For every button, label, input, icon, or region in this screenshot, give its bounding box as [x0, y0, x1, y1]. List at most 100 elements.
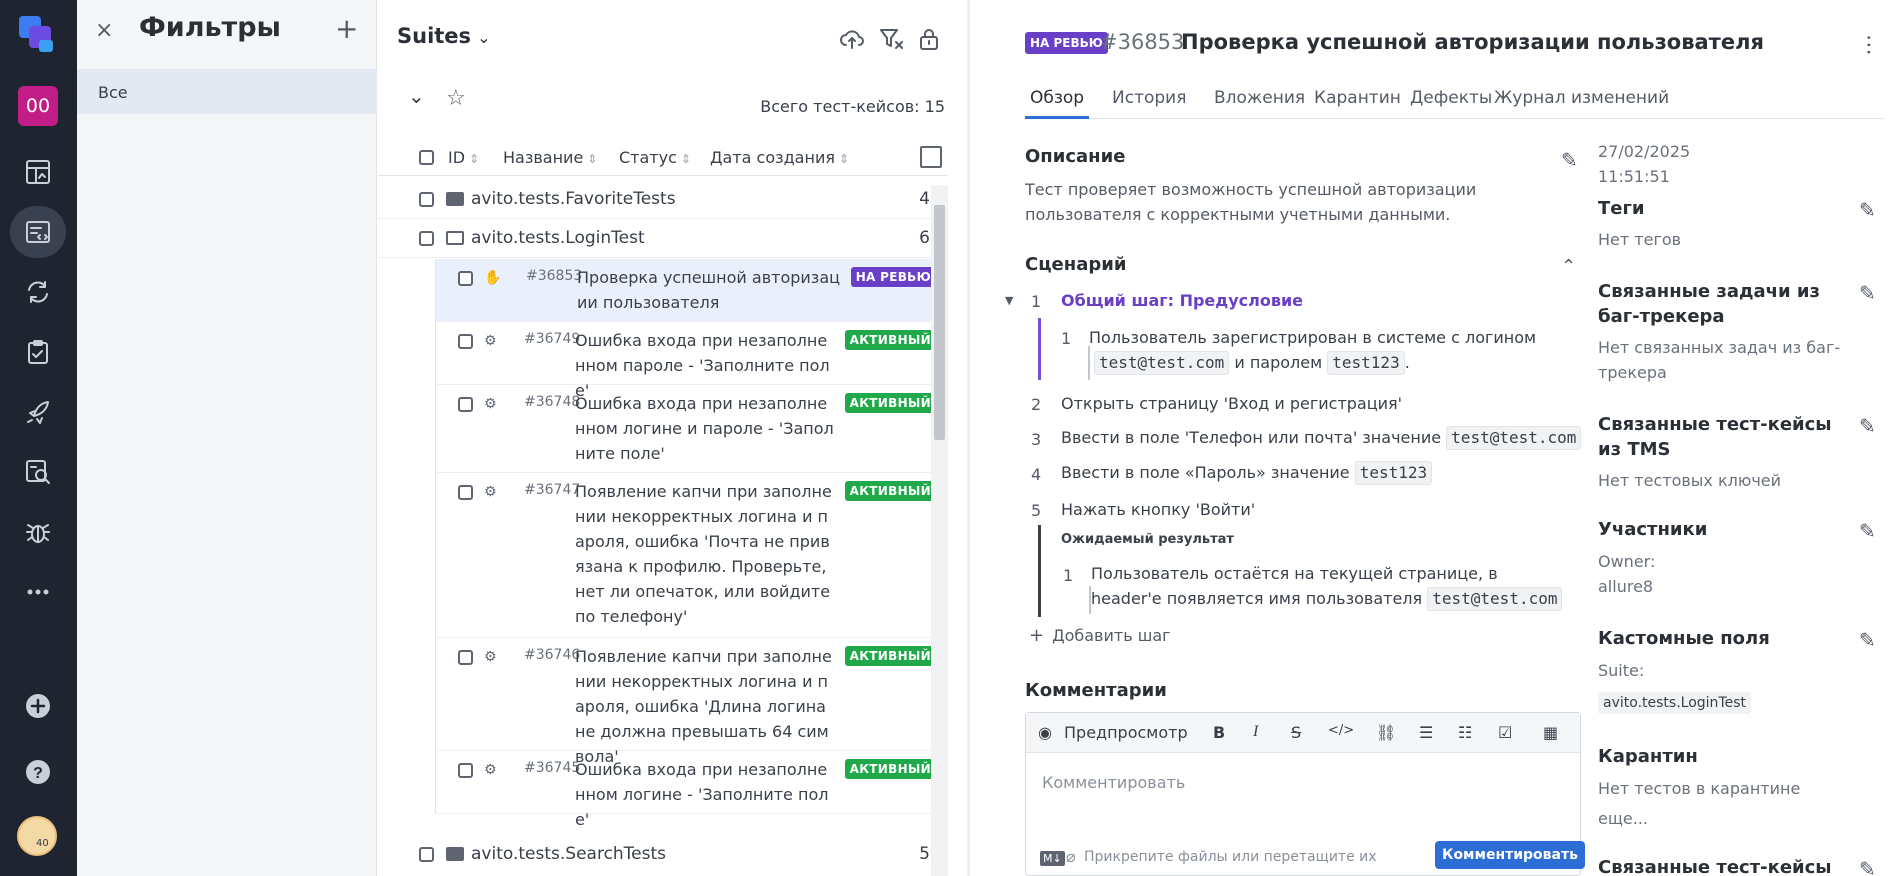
folder-name: avito.tests.LoginTest	[471, 228, 645, 248]
testcases-icon[interactable]	[10, 206, 66, 258]
edit-tms-icon[interactable]: ✎	[1859, 414, 1876, 438]
column-status[interactable]: Статус ⇕	[619, 148, 691, 167]
testplans-icon[interactable]	[10, 326, 66, 378]
test-case-row[interactable]: ⚙ #36748 Ошибка входа при незаполненном …	[435, 385, 948, 473]
select-all-checkbox[interactable]	[419, 150, 434, 165]
issues-title: Связанные задачи из баг-трекера	[1598, 281, 1820, 327]
table-icon[interactable]: ▦	[1543, 723, 1558, 742]
automated-icon: ⚙	[484, 396, 497, 412]
test-case-row[interactable]: ⚙ #36747 Появление капчи при заполнении …	[435, 473, 948, 638]
paperclip-icon[interactable]: ⌀	[1066, 847, 1076, 866]
add-step-button[interactable]: + Добавить шаг	[1029, 625, 1171, 646]
show-more-link[interactable]: еще...	[1598, 806, 1648, 831]
upload-icon[interactable]	[839, 26, 867, 54]
case-checkbox[interactable]	[458, 485, 473, 500]
test-case-row[interactable]: ⚙ #36746 Появление капчи при заполнении …	[435, 638, 948, 766]
folder-checkbox[interactable]	[419, 231, 434, 246]
clear-filter-icon[interactable]	[878, 26, 906, 54]
defects-icon[interactable]	[10, 506, 66, 558]
scenario-title: Сценарий	[1025, 254, 1127, 275]
strikethrough-icon[interactable]: S	[1291, 723, 1301, 742]
case-checkbox[interactable]	[458, 650, 473, 665]
created-time: 11:51:51	[1598, 167, 1670, 186]
jobs-icon[interactable]	[10, 386, 66, 438]
link-icon[interactable]: ⛓	[1376, 723, 1396, 742]
test-case-row[interactable]: ⚙ #36745 Ошибка входа при незаполненном …	[435, 751, 948, 829]
tab-changelog[interactable]: Журнал изменений	[1489, 88, 1674, 116]
edit-custom-fields-icon[interactable]: ✎	[1859, 628, 1876, 652]
tab-history[interactable]: История	[1107, 88, 1191, 116]
case-checkbox[interactable]	[458, 763, 473, 778]
tab-quarantine[interactable]: Карантин	[1309, 88, 1406, 116]
tree-scrollbar[interactable]	[931, 185, 948, 876]
case-id: #36747	[524, 482, 581, 498]
folder-checkbox[interactable]	[419, 847, 434, 862]
description-text: Тест проверяет возможность успешной авто…	[1025, 180, 1477, 224]
collapse-all-icon[interactable]: ⌄	[408, 84, 425, 108]
close-filters-button[interactable]: ×	[95, 18, 113, 43]
tab-attachments[interactable]: Вложения	[1209, 88, 1310, 116]
expand-step-icon[interactable]: ▼	[1005, 294, 1013, 307]
filter-item-all[interactable]: Все	[77, 69, 377, 114]
add-icon[interactable]	[10, 680, 66, 732]
checklist-icon[interactable]: ☑	[1498, 723, 1512, 742]
column-created[interactable]: Дата создания ⇕	[710, 148, 849, 167]
step-text: Ввести в поле «Пароль» значение test123	[1061, 460, 1433, 485]
case-checkbox[interactable]	[458, 271, 473, 286]
edit-issues-icon[interactable]: ✎	[1859, 281, 1876, 305]
tab-defects[interactable]: Дефекты	[1405, 88, 1497, 116]
bold-icon[interactable]: B	[1213, 723, 1225, 742]
shared-step-link[interactable]: Общий шаг: Предусловие	[1061, 288, 1303, 313]
case-checkbox[interactable]	[458, 334, 473, 349]
numbered-list-icon[interactable]: ☷	[1458, 723, 1472, 742]
quarantine-value: Нет тестов в карантине	[1598, 779, 1801, 798]
dashboard-icon[interactable]	[10, 146, 66, 198]
status-badge: АКТИВНЫЙ	[844, 393, 936, 413]
test-case-row[interactable]: ⚙ #36749 Ошибка входа при незаполненном …	[435, 322, 948, 400]
tms-value: Нет тестовых ключей	[1598, 471, 1782, 490]
suites-tree-panel: Suites ⌄ ⌄ ☆ Всего тест-кейсов: 15 ID ⇕ На…	[378, 0, 970, 876]
scrollbar-thumb[interactable]	[934, 205, 945, 440]
automated-icon: ⚙	[484, 649, 497, 665]
project-badge[interactable]: 00	[18, 86, 58, 126]
column-name[interactable]: Название ⇕	[503, 148, 597, 167]
suites-dropdown[interactable]: Suites ⌄	[397, 24, 490, 48]
bullet-list-icon[interactable]: ☰	[1419, 723, 1433, 742]
comment-input[interactable]: Комментировать	[1042, 773, 1185, 792]
folder-row[interactable]: avito.tests.SearchTests 5	[378, 836, 948, 874]
lock-icon[interactable]	[916, 26, 944, 54]
user-avatar[interactable]: 40	[17, 816, 57, 856]
suite-label: Suite:	[1598, 661, 1645, 680]
add-filter-button[interactable]: +	[335, 12, 358, 45]
edit-description-icon[interactable]: ✎	[1561, 148, 1578, 172]
edit-members-icon[interactable]: ✎	[1859, 519, 1876, 543]
tab-overview[interactable]: Обзор	[1025, 88, 1090, 119]
folder-row[interactable]: avito.tests.FavoriteTests 4	[378, 181, 948, 219]
submit-comment-button[interactable]: Комментировать	[1435, 841, 1585, 869]
launches-icon[interactable]	[10, 266, 66, 318]
help-icon[interactable]: ?	[10, 746, 66, 798]
more-icon[interactable]	[10, 566, 66, 618]
folder-row[interactable]: avito.tests.LoginTest 6	[378, 220, 948, 258]
folder-icon	[446, 847, 464, 861]
preview-toggle[interactable]: Предпросмотр	[1064, 723, 1188, 742]
code-icon[interactable]: </>	[1328, 723, 1354, 738]
case-checkbox[interactable]	[458, 397, 473, 412]
app-logo-icon[interactable]	[17, 14, 59, 56]
attach-hint[interactable]: Прикрепите файлы или перетащите их	[1084, 849, 1377, 865]
column-id[interactable]: ID ⇕	[448, 148, 479, 167]
column-settings-icon[interactable]	[920, 146, 942, 168]
edit-related-icon[interactable]: ✎	[1859, 857, 1876, 876]
folder-checkbox[interactable]	[419, 192, 434, 207]
italic-icon[interactable]: I	[1253, 723, 1258, 741]
step-number: 3	[1031, 430, 1042, 449]
kebab-menu-icon[interactable]: ⋯	[1856, 34, 1881, 56]
eye-icon[interactable]: ◉	[1038, 723, 1052, 742]
favorite-star-icon[interactable]: ☆	[446, 86, 466, 111]
collapse-scenario-icon[interactable]: ⌃	[1561, 256, 1576, 277]
suites-label: Suites	[397, 24, 472, 48]
analytics-icon[interactable]	[10, 446, 66, 498]
automated-icon: ⚙	[484, 762, 497, 778]
edit-tags-icon[interactable]: ✎	[1859, 198, 1876, 222]
test-case-row[interactable]: ✋ #36853 Проверка успешной авторизации п…	[435, 259, 948, 322]
